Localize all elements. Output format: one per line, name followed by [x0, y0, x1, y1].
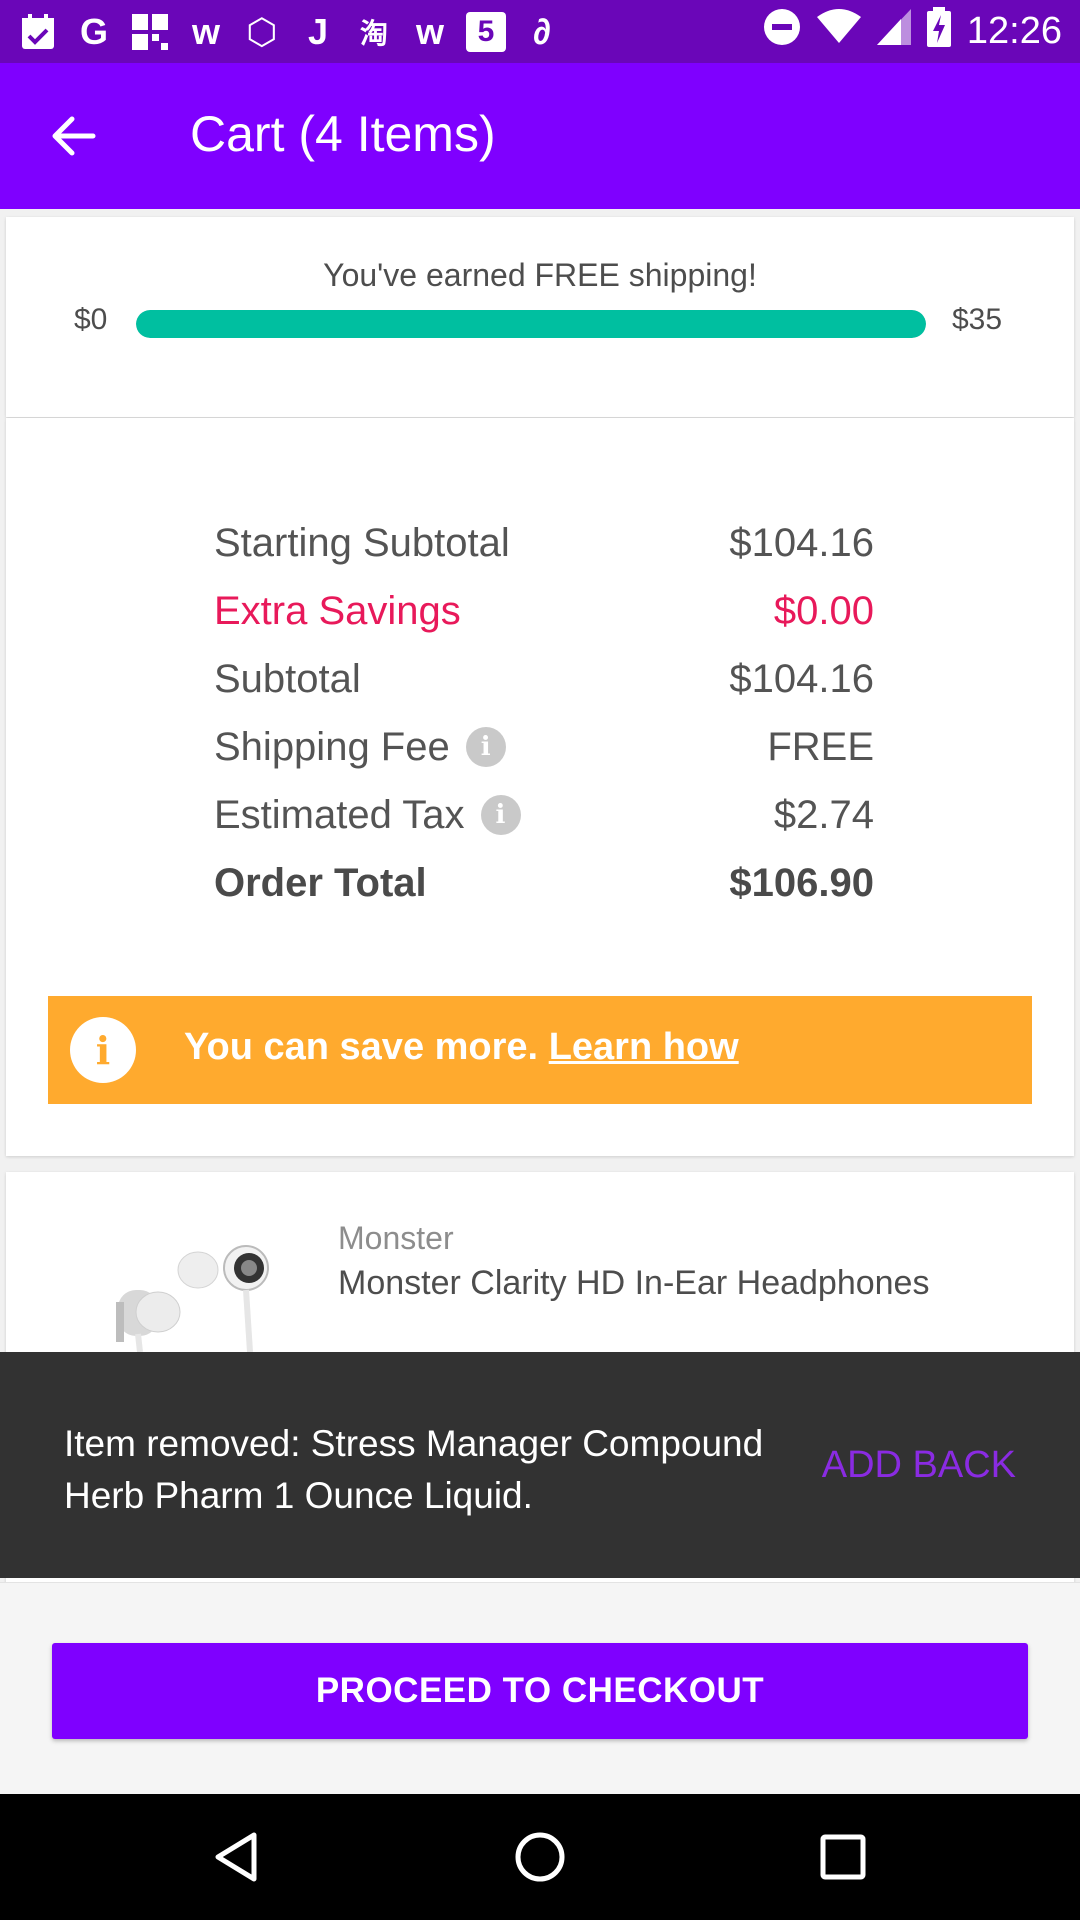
grid-app-icon: [130, 12, 170, 52]
back-button[interactable]: [40, 103, 106, 169]
app-bar: Cart (4 Items): [0, 63, 1080, 209]
cube-app-icon: ⬡: [246, 10, 278, 52]
taobao-icon: 淘: [359, 17, 388, 49]
shipping-max-label: $35: [952, 303, 1003, 336]
cell-signal-icon: [876, 8, 911, 55]
clock: 12:26: [966, 10, 1062, 52]
learn-how-link[interactable]: Learn how: [549, 1026, 739, 1068]
summary-label: Starting Subtotal: [214, 520, 510, 565]
nav-home-button[interactable]: [507, 1824, 573, 1890]
summary-row-starting-subtotal: Starting Subtotal $104.16: [214, 513, 874, 573]
j-app-icon: J: [307, 10, 329, 52]
page-title: Cart (4 Items): [190, 106, 496, 162]
snackbar-message: Item removed: Stress Manager Compound He…: [64, 1423, 764, 1516]
summary-value: $106.90: [729, 860, 874, 905]
item-brand: Monster: [338, 1220, 454, 1256]
checkout-footer: PROCEED TO CHECKOUT: [0, 1582, 1080, 1794]
summary-value: $2.74: [773, 792, 874, 837]
info-icon[interactable]: i: [465, 727, 506, 767]
summary-row-estimated-tax: Estimated Tax i $2.74: [214, 785, 874, 845]
notification-icons: G w ⬡ J 淘 w 5 ∂: [18, 10, 562, 52]
arrow-back-icon: [52, 116, 96, 156]
item-removed-snackbar: Item removed: Stress Manager Compound He…: [0, 1352, 1080, 1578]
google-icon: G: [79, 10, 108, 52]
shipping-progress-bar: [136, 310, 926, 338]
summary-label: Estimated Tax: [214, 792, 465, 837]
add-back-button[interactable]: ADD BACK: [822, 1444, 1016, 1487]
w-app-icon: w: [415, 10, 444, 52]
nav-back-button[interactable]: [203, 1824, 269, 1890]
info-icon[interactable]: i: [480, 795, 521, 835]
link-app-icon: ∂: [533, 10, 551, 52]
product-image: [106, 1242, 276, 1353]
summary-row-shipping-fee: Shipping Fee i FREE: [214, 717, 874, 777]
summary-label: Shipping Fee: [214, 724, 450, 769]
triangle-back-icon: [215, 1832, 257, 1882]
info-icon: i: [70, 1017, 136, 1083]
battery-icon: [926, 6, 951, 57]
free-shipping-card: You've earned FREE shipping! $0 $35: [6, 217, 1074, 417]
status-bar: G w ⬡ J 淘 w 5 ∂ 12:26: [0, 0, 1080, 63]
w-app-icon: w: [191, 10, 220, 52]
proceed-to-checkout-button[interactable]: PROCEED TO CHECKOUT: [52, 1643, 1028, 1739]
summary-label: Extra Savings: [214, 588, 461, 633]
calendar-icon: [18, 12, 58, 52]
summary-value: $104.16: [729, 520, 874, 565]
shipping-min-label: $0: [74, 303, 108, 336]
wifi-icon: [816, 8, 861, 55]
summary-label: Subtotal: [214, 656, 361, 701]
system-status: 12:26: [763, 6, 1062, 57]
system-navigation-bar: [0, 1794, 1080, 1920]
square-recents-icon: [820, 1834, 866, 1880]
nav-recents-button[interactable]: [810, 1824, 876, 1890]
summary-value: $0.00: [773, 588, 874, 633]
save-more-message: You can save more.: [184, 1026, 539, 1068]
save-more-text: You can save more. Learn how: [184, 1026, 739, 1069]
order-summary-card: Starting Subtotal $104.16 Extra Savings …: [6, 418, 1074, 1156]
summary-row-order-total: Order Total $106.90: [214, 853, 874, 913]
html5-icon: 5: [466, 11, 506, 52]
item-name[interactable]: Monster Clarity HD In-Ear Headphones: [338, 1264, 929, 1303]
free-shipping-message: You've earned FREE shipping!: [323, 257, 757, 293]
do-not-disturb-icon: [763, 8, 801, 56]
summary-value: $104.16: [729, 656, 874, 701]
save-more-banner: i You can save more. Learn how: [48, 996, 1032, 1104]
summary-row-extra-savings: Extra Savings $0.00: [214, 581, 874, 641]
summary-value: FREE: [767, 724, 874, 769]
circle-home-icon: [515, 1832, 565, 1882]
summary-label: Order Total: [214, 860, 427, 905]
summary-row-subtotal: Subtotal $104.16: [214, 649, 874, 709]
shipping-progress-fill: [136, 310, 926, 338]
